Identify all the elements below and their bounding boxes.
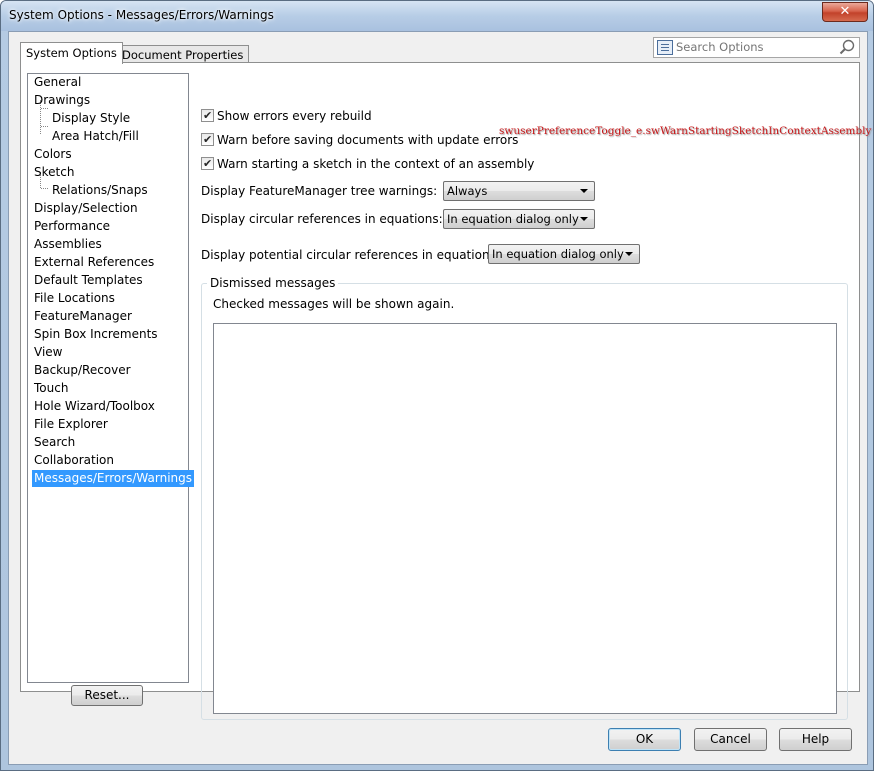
- checkbox-label: Warn starting a sketch in the context of…: [217, 157, 535, 171]
- chevron-down-icon: [580, 217, 588, 221]
- close-icon: ✕: [839, 4, 851, 19]
- warn-starting-sketch-checkbox[interactable]: [201, 155, 214, 173]
- tree-item-external-references[interactable]: External References: [32, 254, 156, 271]
- chevron-down-icon: [580, 189, 588, 193]
- tree-item-messages-errors-warnings[interactable]: Messages/Errors/Warnings: [32, 470, 195, 487]
- tree-item-backup-recover[interactable]: Backup/Recover: [32, 362, 133, 379]
- tree-item-file-locations[interactable]: File Locations: [32, 290, 117, 307]
- tree-item-spin-box-increments[interactable]: Spin Box Increments: [32, 326, 160, 343]
- system-options-panel: General Drawings Display Style Area Hatc…: [20, 62, 871, 720]
- tree-item-general[interactable]: General: [32, 74, 83, 91]
- tree-item-featuremanager[interactable]: FeatureManager: [32, 308, 134, 325]
- api-annotation: swuserPreferenceToggle_e.swWarnStartingS…: [499, 125, 872, 137]
- reset-button[interactable]: Reset...: [71, 685, 143, 706]
- close-button[interactable]: ✕: [822, 2, 868, 22]
- tree-item-performance[interactable]: Performance: [32, 218, 112, 235]
- window-title: System Options - Messages/Errors/Warning…: [9, 8, 274, 22]
- select-value: Always: [447, 184, 488, 198]
- tree-item-area-hatch-fill[interactable]: Area Hatch/Fill: [50, 128, 141, 145]
- tree-connector: [41, 188, 48, 189]
- tab-system-options[interactable]: System Options: [20, 42, 123, 64]
- featuremanager-warnings-label: Display FeatureManager tree warnings:: [201, 184, 438, 198]
- tree-item-assemblies[interactable]: Assemblies: [32, 236, 104, 253]
- search-input[interactable]: [676, 39, 836, 54]
- tree-item-hole-wizard-toolbox[interactable]: Hole Wizard/Toolbox: [32, 398, 157, 415]
- options-list-icon: [657, 40, 673, 55]
- options-tree[interactable]: General Drawings Display Style Area Hatc…: [27, 73, 195, 683]
- dismissed-messages-title: Dismissed messages: [207, 276, 339, 290]
- tree-item-touch[interactable]: Touch: [32, 380, 70, 397]
- cancel-button[interactable]: Cancel: [694, 728, 767, 751]
- show-errors-checkbox[interactable]: [201, 107, 214, 125]
- search-options-box[interactable]: [653, 37, 860, 58]
- tree-connector: [41, 126, 48, 127]
- checkbox-label: Show errors every rebuild: [217, 109, 372, 123]
- title-bar[interactable]: System Options - Messages/Errors/Warning…: [1, 1, 873, 31]
- help-button[interactable]: Help: [779, 728, 852, 751]
- potential-circular-references-select[interactable]: In equation dialog only: [488, 244, 640, 264]
- select-value: In equation dialog only: [492, 247, 624, 261]
- potential-circular-references-label: Display potential circular references in…: [201, 248, 500, 262]
- warn-before-saving-checkbox[interactable]: [201, 131, 214, 149]
- circular-references-select[interactable]: In equation dialog only: [443, 209, 595, 229]
- search-icon[interactable]: [839, 39, 855, 55]
- tree-item-default-templates[interactable]: Default Templates: [32, 272, 145, 289]
- dismissed-messages-hint: Checked messages will be shown again.: [213, 297, 455, 311]
- checkbox-label: Warn before saving documents with update…: [217, 133, 519, 147]
- chevron-down-icon: [625, 252, 633, 256]
- tree-item-colors[interactable]: Colors: [32, 146, 74, 163]
- system-options-window: System Options - Messages/Errors/Warning…: [0, 0, 874, 771]
- tree-item-file-explorer[interactable]: File Explorer: [32, 416, 110, 433]
- dialog-client-area: System Options Document Properties Gener…: [8, 31, 871, 765]
- tree-item-search[interactable]: Search: [32, 434, 77, 451]
- tree-item-relations-snaps[interactable]: Relations/Snaps: [50, 182, 150, 199]
- dismissed-messages-list[interactable]: [213, 323, 837, 714]
- select-value: In equation dialog only: [447, 212, 579, 226]
- featuremanager-warnings-select[interactable]: Always: [443, 181, 595, 201]
- tree-item-sketch[interactable]: Sketch: [32, 164, 76, 181]
- tree-item-view[interactable]: View: [32, 344, 64, 361]
- dismissed-messages-group: Dismissed messages Checked messages will…: [201, 276, 848, 720]
- tree-item-collaboration[interactable]: Collaboration: [32, 452, 116, 469]
- tree-item-drawings[interactable]: Drawings: [32, 92, 92, 109]
- tree-item-display-selection[interactable]: Display/Selection: [32, 200, 140, 217]
- circular-references-label: Display circular references in equations…: [201, 212, 443, 226]
- tree-item-display-style[interactable]: Display Style: [50, 110, 132, 127]
- ok-button[interactable]: OK: [608, 728, 681, 751]
